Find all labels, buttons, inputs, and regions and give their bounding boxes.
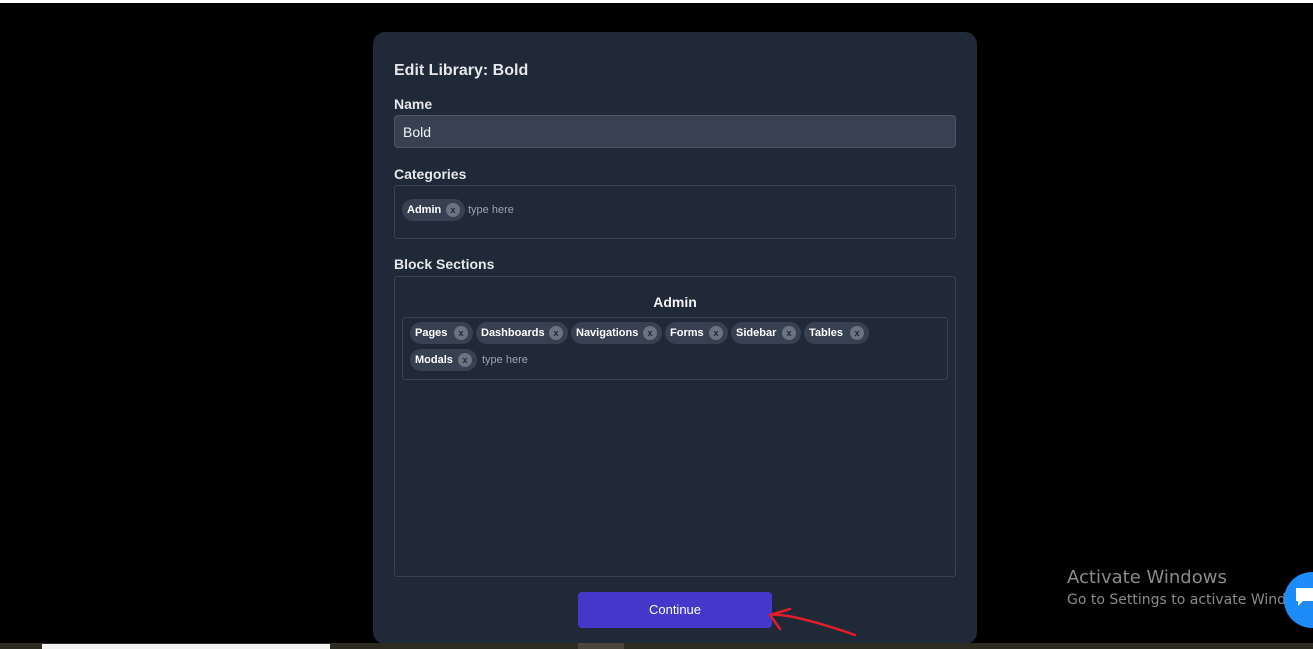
taskbar-strip [0, 643, 1313, 649]
block-sections-box: Admin Pages x Dashboards x Navigations x… [394, 276, 956, 577]
category-tag-admin: Admin x [402, 199, 465, 221]
continue-button[interactable]: Continue [578, 592, 772, 628]
taskbar-segment [578, 643, 624, 649]
close-icon[interactable]: x [549, 326, 563, 340]
tag-label: Admin [407, 204, 442, 216]
section-tag-forms: Forms x [665, 322, 728, 344]
section-tag-modals: Modals x [410, 349, 477, 371]
close-icon[interactable]: x [709, 326, 723, 340]
top-edge-strip [0, 0, 1313, 3]
close-icon[interactable]: x [782, 326, 796, 340]
close-icon[interactable]: x [643, 326, 657, 340]
close-icon[interactable]: x [850, 326, 864, 340]
hand-drawn-arrow-annotation [768, 607, 857, 637]
name-input[interactable] [394, 115, 956, 148]
taskbar-segment [42, 644, 330, 649]
tag-label: Sidebar [736, 327, 777, 339]
chat-widget-button[interactable] [1284, 572, 1313, 628]
tag-label: Pages [415, 327, 448, 339]
section-tag-navigations: Navigations x [571, 322, 662, 344]
categories-label: Categories [394, 166, 467, 182]
section-tag-box[interactable]: Pages x Dashboards x Navigations x Forms… [402, 317, 948, 380]
edit-library-modal: Edit Library: Bold Name Categories Admin… [373, 32, 977, 644]
section-tag-sidebar: Sidebar x [731, 322, 801, 344]
section-tag-pages: Pages x [410, 322, 473, 344]
close-icon[interactable]: x [454, 326, 468, 340]
tag-label: Navigations [576, 327, 639, 339]
section-tags-input[interactable] [482, 351, 602, 369]
categories-tag-box[interactable]: Admin x [394, 185, 956, 239]
section-title: Admin [653, 294, 697, 310]
name-label: Name [394, 96, 433, 112]
block-sections-label: Block Sections [394, 256, 495, 272]
modal-title: Edit Library: Bold [394, 62, 529, 79]
activate-windows-subtitle: Go to Settings to activate Windows. [1067, 592, 1313, 608]
activate-windows-title: Activate Windows [1067, 567, 1227, 588]
tag-label: Forms [670, 327, 704, 339]
categories-input[interactable] [468, 201, 588, 219]
tag-label: Modals [415, 354, 453, 366]
close-icon[interactable]: x [458, 353, 472, 367]
section-tag-dashboards: Dashboards x [476, 322, 568, 344]
close-icon[interactable]: x [446, 203, 460, 217]
tag-label: Tables [809, 327, 844, 339]
tag-label: Dashboards [481, 327, 545, 339]
chat-icon [1296, 588, 1313, 606]
section-tag-tables: Tables x [804, 322, 869, 344]
